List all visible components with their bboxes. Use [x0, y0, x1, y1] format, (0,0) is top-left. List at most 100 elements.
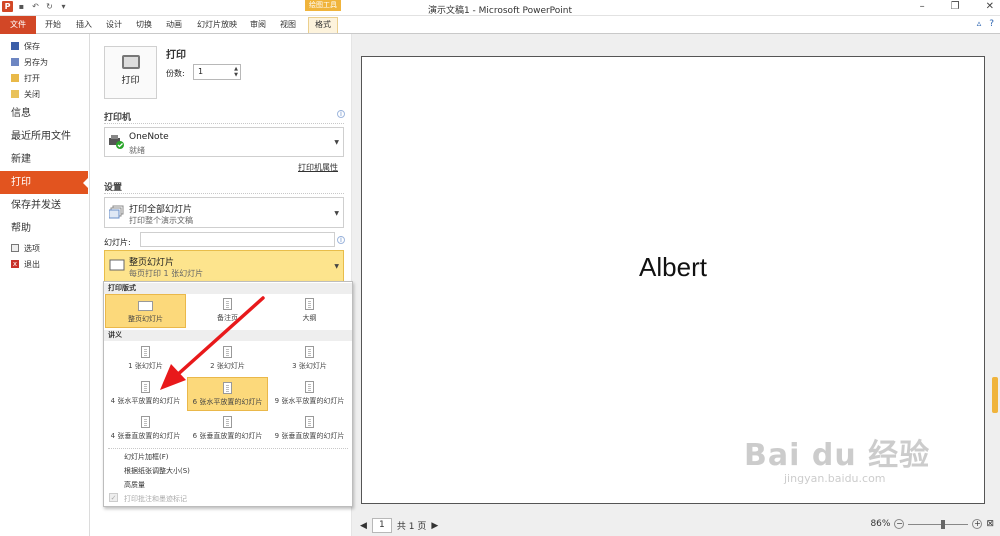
zoom-out-icon[interactable]: − [894, 519, 905, 529]
window-title: 演示文稿1 - Microsoft PowerPoint [427, 6, 573, 16]
printer-dropdown[interactable]: OneNote 就绪 ▼ [104, 127, 344, 157]
layout-notes-page[interactable]: 备注页 [187, 294, 268, 328]
slide-title-text: Albert [639, 252, 707, 282]
fit-to-window-icon[interactable]: ⊠ [986, 519, 994, 529]
print-layout-dropdown[interactable]: 整页幻灯片 每页打印 1 张幻灯片 ▼ [104, 250, 344, 282]
handout-page-icon [305, 346, 314, 358]
zoom-level[interactable]: 86% [870, 519, 890, 529]
printer-section-title: 打印机 [104, 113, 132, 123]
tab-slideshow[interactable]: 幻灯片放映 [197, 19, 237, 30]
zoom-slider-knob[interactable] [941, 519, 946, 529]
print-button[interactable]: 打印 [104, 46, 157, 99]
tab-transitions[interactable]: 切换 [136, 19, 152, 30]
handout-label: 4 张垂直放置的幻灯片 [110, 432, 181, 440]
tab-design[interactable]: 设计 [106, 19, 122, 30]
handout-4-vertical[interactable]: 4 张垂直放置的幻灯片 [105, 412, 186, 446]
full-page-slide-icon [138, 301, 153, 311]
title-bar: P ▪ ↶ ↻ ▾ 绘图工具 演示文稿1 - Microsoft PowerPo… [0, 0, 1000, 16]
minimize-icon[interactable]: – [920, 1, 925, 12]
handout-6-vertical[interactable]: 6 张垂直放置的幻灯片 [187, 412, 268, 446]
ribbon-collapse-icon[interactable]: ▵ [977, 19, 982, 29]
help-icon[interactable]: ? [989, 19, 994, 29]
nav-save-as[interactable]: 另存为 [0, 54, 89, 70]
print-range-dropdown[interactable]: 打印全部幻灯片 打印整个演示文稿 ▼ [104, 197, 344, 228]
info-icon[interactable]: i [337, 236, 345, 244]
handout-6-horizontal[interactable]: 6 张水平放置的幻灯片 [187, 377, 268, 411]
baidu-watermark: Bai du 经验 jingyan.baidu.com [744, 430, 930, 485]
handout-label: 9 张垂直放置的幻灯片 [274, 432, 345, 440]
tab-home[interactable]: 开始 [45, 19, 61, 30]
exit-icon: x [11, 260, 19, 268]
vertical-scrollbar-thumb[interactable] [992, 377, 998, 413]
nav-save-as-label: 另存为 [24, 57, 48, 67]
handout-label: 2 张幻灯片 [210, 362, 245, 370]
page-number-input[interactable]: 1 [371, 518, 392, 533]
info-icon[interactable]: i [337, 110, 345, 118]
handout-page-icon [305, 416, 314, 428]
layout-label: 大纲 [302, 314, 317, 322]
options-icon [11, 244, 19, 252]
nav-recent[interactable]: 最近所用文件 [0, 125, 89, 148]
nav-exit-label: 退出 [24, 259, 40, 269]
tab-review[interactable]: 审阅 [250, 19, 266, 30]
previous-page-icon[interactable]: ◀ [360, 521, 367, 531]
nav-close[interactable]: 关闭 [0, 86, 89, 102]
print-layout-title: 整页幻灯片 [129, 258, 175, 268]
slides-stack-icon [108, 205, 125, 219]
zoom-slider[interactable] [908, 519, 969, 529]
divider [104, 123, 344, 124]
tab-animations[interactable]: 动画 [166, 19, 182, 30]
ribbon-tabs: 文件 开始 插入 设计 切换 动画 幻灯片放映 审阅 视图 格式 ▵ ? [0, 16, 1000, 34]
window-controls: – ❐ ✕ [920, 1, 994, 12]
zoom-control: 86% − + ⊠ [870, 519, 994, 529]
zoom-in-icon[interactable]: + [972, 519, 983, 529]
handout-1-slide[interactable]: 1 张幻灯片 [105, 342, 186, 376]
nav-exit[interactable]: x 退出 [0, 256, 89, 272]
option-high-quality[interactable]: 高质量 [124, 480, 145, 490]
nav-open[interactable]: 打开 [0, 70, 89, 86]
handout-2-slides[interactable]: 2 张幻灯片 [187, 342, 268, 376]
nav-print[interactable]: 打印 [0, 171, 89, 194]
handout-3-slides[interactable]: 3 张幻灯片 [269, 342, 350, 376]
handout-page-icon [223, 382, 232, 394]
print-range-desc: 打印整个演示文稿 [129, 216, 193, 225]
page-navigator: ◀ 1 共 1 页 ▶ [360, 518, 438, 533]
layout-full-page[interactable]: 整页幻灯片 [105, 294, 186, 328]
chevron-down-icon: ▼ [334, 209, 339, 217]
backstage-nav: 保存 另存为 打开 关闭 信息 最近所用文件 新建 打印 保存并发送 帮助 选项… [0, 34, 90, 536]
tab-file[interactable]: 文件 [0, 16, 36, 34]
handout-label: 9 张水平放置的幻灯片 [274, 397, 345, 405]
handout-9-horizontal[interactable]: 9 张水平放置的幻灯片 [269, 377, 350, 411]
nav-options[interactable]: 选项 [0, 240, 89, 256]
handout-4-horizontal[interactable]: 4 张水平放置的幻灯片 [105, 377, 186, 411]
handout-page-icon [223, 416, 232, 428]
save-icon [11, 42, 19, 50]
close-icon[interactable]: ✕ [986, 1, 994, 12]
print-button-label: 打印 [121, 76, 140, 86]
nav-help[interactable]: 帮助 [0, 217, 89, 240]
next-page-icon[interactable]: ▶ [431, 521, 438, 531]
option-frame-slides[interactable]: 幻灯片加框(F) [124, 452, 169, 462]
option-scale-to-fit[interactable]: 根据纸张调整大小(S) [124, 466, 190, 476]
folder-icon [11, 74, 19, 82]
layout-outline[interactable]: 大纲 [269, 294, 350, 328]
checkbox-checked-icon: ✓ [109, 493, 118, 502]
handout-9-vertical[interactable]: 9 张垂直放置的幻灯片 [269, 412, 350, 446]
nav-close-label: 关闭 [24, 89, 40, 99]
print-layout-group-header: 打印版式 [104, 283, 352, 294]
tab-format[interactable]: 格式 [308, 17, 338, 33]
tab-view[interactable]: 视图 [280, 19, 296, 30]
nav-new[interactable]: 新建 [0, 148, 89, 171]
slides-input[interactable] [140, 232, 335, 247]
chevron-down-icon: ▼ [334, 263, 339, 270]
nav-info[interactable]: 信息 [0, 102, 89, 125]
print-range-title: 打印全部幻灯片 [129, 205, 193, 215]
notes-page-icon [223, 298, 232, 310]
nav-save[interactable]: 保存 [0, 38, 89, 54]
spin-arrows-icon[interactable]: ▲ ▼ [234, 66, 238, 78]
nav-save-send[interactable]: 保存并发送 [0, 194, 89, 217]
printer-properties-link[interactable]: 打印机属性 [298, 162, 338, 173]
copies-stepper[interactable]: 1 ▲ ▼ [193, 64, 241, 80]
maximize-icon[interactable]: ❐ [951, 1, 960, 12]
tab-insert[interactable]: 插入 [76, 19, 92, 30]
